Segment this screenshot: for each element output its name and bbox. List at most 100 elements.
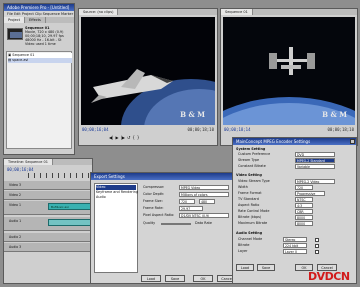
source-monitor: Source: (no clips) B & M 00;00;16;04 00;… (78, 8, 218, 146)
mpeg-window-buttons (350, 139, 355, 144)
watermark-text: B & M (322, 110, 347, 119)
label-compressor: Compressor: (143, 185, 165, 189)
sys-row-2: Constant Bitrate (238, 164, 266, 168)
vid-field-4[interactable]: 4:3 (295, 203, 313, 208)
vid-field-2[interactable]: Progressive (295, 191, 325, 196)
watermark-text: B & M (180, 110, 205, 119)
source-tabs: Source: (no clips) (79, 9, 217, 15)
program-tabs: Sequence 01 (221, 9, 357, 15)
pixel-aspect-select[interactable]: D1/DV NTSC (0.9) (179, 213, 229, 218)
mark-out-icon[interactable]: } (137, 135, 140, 140)
audio-option-checkbox-1[interactable] (315, 238, 319, 242)
tab-source[interactable]: Source: (no clips) (79, 9, 119, 15)
vid-row-4: Aspect Ratio (238, 203, 260, 207)
label-frame-rate: Frame Rate: (143, 206, 164, 210)
source-transport: ◀| ▶ |▶ ↺ { } (109, 135, 139, 140)
vid-row-3: TV Standard (238, 197, 259, 201)
quality-slider[interactable] (161, 223, 191, 225)
track-audio-3[interactable]: Audio 3 (4, 243, 92, 252)
play-icon[interactable]: ▶ (115, 135, 118, 140)
frame-width-field[interactable]: 720 (179, 199, 195, 204)
audio-clip[interactable] (48, 219, 92, 226)
vid-field-5[interactable]: CBR (295, 209, 313, 214)
vid-field-7[interactable]: 8000 (295, 221, 313, 226)
aud-field-1[interactable]: 224 kbit (283, 243, 307, 248)
label-quality: Quality (143, 221, 156, 225)
timeline-tabs: Timeline: Sequence 01 (4, 159, 92, 165)
sys-field-1[interactable]: MPEG-2 Standard (295, 158, 335, 163)
vid-field-6[interactable]: 8000 (295, 215, 313, 220)
source-video-shuttle: B & M (81, 17, 215, 125)
export-tree: Video Keyframe and Rendering Audio (94, 183, 138, 273)
step-back-icon[interactable]: ◀| (109, 135, 113, 140)
export-settings-dialog: Export Settings Video Keyframe and Rende… (90, 172, 240, 284)
frame-height-field[interactable]: 480 (199, 199, 215, 204)
vid-field-0[interactable]: MPEG-2 Video (295, 179, 335, 184)
label-pixel-aspect: Pixel Aspect Ratio: (143, 213, 175, 217)
tree-item-audio[interactable]: Audio (96, 195, 106, 200)
program-video-station: B & M (223, 17, 355, 125)
program-monitor: Sequence 01 B & M 00;00;18;14 00;00;18;1… (220, 8, 358, 146)
sys-row-1: Stream Type (238, 158, 260, 162)
mpeg-load-button[interactable]: Load (236, 264, 254, 271)
audio-option-checkbox-3[interactable] (315, 250, 319, 254)
project-titlebar: Adobe Premiere Pro - [Untitled] (4, 4, 74, 11)
sys-row-0: Custom Preference (238, 152, 271, 156)
track-video-2[interactable]: Video 2 (4, 191, 92, 200)
label-data-rate: Data Rate (195, 221, 212, 225)
tab-effects[interactable]: Effects (25, 17, 46, 23)
section-video: Video Setting (236, 173, 262, 177)
sys-field-0[interactable]: DVD (295, 152, 335, 157)
loop-icon[interactable]: ↺ (127, 135, 130, 140)
step-forward-icon[interactable]: |▶ (121, 135, 125, 140)
timeline-panel: Timeline: Sequence 01 00;00;16;04 Video … (3, 158, 93, 284)
close-icon[interactable] (350, 139, 355, 144)
export-load-button[interactable]: Load (141, 275, 161, 282)
track-video-3[interactable]: Video 3 (4, 181, 92, 190)
clip-thumbnail (7, 28, 23, 40)
tab-timeline[interactable]: Timeline: Sequence 01 (4, 159, 54, 165)
video-clip[interactable]: BuMusic.avi (48, 203, 92, 210)
color-depth-select[interactable]: Millions of colors (179, 192, 229, 197)
source-timecode[interactable]: 00;00;16;04 (82, 127, 109, 132)
vid-row-1: Width (238, 185, 248, 189)
vid-field-1[interactable]: 720 (295, 185, 313, 190)
project-tabs: Project Effects (4, 17, 74, 23)
vid-field-3[interactable]: NTSC (295, 197, 313, 202)
time-ruler[interactable] (28, 173, 92, 178)
label-color-depth: Color Depth: (143, 192, 165, 196)
mark-in-icon[interactable]: { (132, 135, 135, 140)
vid-row-2: Frame Format (238, 191, 262, 195)
section-audio: Audio Setting (236, 231, 263, 235)
mpeg-save-button[interactable]: Save (257, 264, 275, 271)
export-titlebar: Export Settings (91, 173, 239, 180)
vid-row-5: Rate Control Mode (238, 209, 270, 213)
program-duration: 00;00;18;10 (327, 127, 355, 132)
mpeg-titlebar: MainConcept MPEG Encoder Settings (233, 138, 356, 145)
track-audio-2[interactable]: Audio 2 (4, 233, 92, 242)
list-item[interactable]: ▤ space.avi (8, 58, 72, 63)
program-timecode[interactable]: 00;00;18;14 (224, 127, 251, 132)
shuttle-image (81, 17, 215, 125)
aud-field-2[interactable]: Layer II (283, 249, 307, 254)
timeline-timecode[interactable]: 00;00;16;04 (7, 167, 34, 172)
project-panel: Adobe Premiere Pro - [Untitled] File Edi… (3, 3, 75, 155)
export-ok-button[interactable]: OK (193, 275, 213, 282)
tab-project[interactable]: Project (4, 17, 25, 23)
tab-program[interactable]: Sequence 01 (221, 9, 253, 15)
source-duration: 00;00;18;10 (187, 127, 215, 132)
sys-field-2[interactable]: Variable (295, 164, 335, 169)
aud-field-0[interactable]: Stereo (283, 237, 307, 242)
project-list: ▣ Sequence 01 ▤ space.avi (6, 51, 72, 149)
mpeg-settings-dialog: MainConcept MPEG Encoder Settings System… (232, 137, 357, 284)
clip-info-4: Video used 1 time (25, 42, 56, 46)
aud-row-2: Layer (238, 249, 248, 253)
vid-row-0: Video Stream Type (238, 179, 270, 183)
label-frame-size: Frame Size: (143, 199, 163, 203)
frame-rate-select[interactable]: 29.97 (179, 206, 203, 211)
aud-row-1: Bitrate (238, 243, 250, 247)
audio-option-checkbox-2[interactable] (315, 244, 319, 248)
compressor-select[interactable]: MPEG Video (179, 185, 229, 190)
vid-row-6: Bitrate (kbps) (238, 215, 262, 219)
export-save-button[interactable]: Save (165, 275, 185, 282)
